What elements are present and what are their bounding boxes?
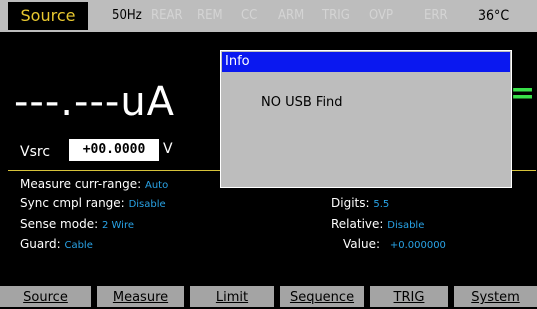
setting-label: Sense mode: <box>20 217 99 231</box>
setting-relative[interactable]: Relative: Disable <box>331 216 424 234</box>
setting-relative-value[interactable]: Value: +0.000000 <box>343 236 446 254</box>
setting-label: Relative: <box>331 217 384 231</box>
setting-label: Measure curr-range: <box>20 177 142 191</box>
setting-measure-range[interactable]: Measure curr-range: Auto <box>20 176 168 194</box>
setting-label: Sync cmpl range: <box>20 196 125 210</box>
setting-digits[interactable]: Digits: 5.5 <box>331 195 389 213</box>
setting-label: Digits: <box>331 196 370 210</box>
setting-value: +0.000000 <box>389 240 446 251</box>
mode-indicator: Source <box>8 2 88 30</box>
setting-sense-mode[interactable]: Sense mode: 2 Wire <box>20 216 134 234</box>
softkey-trig[interactable]: TRIG <box>370 286 448 307</box>
dialog-title: Info <box>222 52 510 72</box>
setting-value: Cable <box>64 240 93 251</box>
indicator-linefreq: 50Hz <box>112 8 142 23</box>
setting-guard[interactable]: Guard: Cable <box>20 236 93 254</box>
softkey-sequence[interactable]: Sequence <box>280 286 364 307</box>
setting-value: 2 Wire <box>101 220 134 231</box>
indicator-rear: REAR <box>151 8 183 23</box>
indicator-err: ERR <box>424 8 448 23</box>
softkey-measure[interactable]: Measure <box>97 286 184 307</box>
indicator-trig: TRIG <box>322 8 350 23</box>
softkey-limit[interactable]: Limit <box>190 286 274 307</box>
indicator-cc: CC <box>241 8 258 23</box>
temperature-readout: 36°C <box>478 8 510 24</box>
source-value-field[interactable]: +00.0000 <box>68 138 160 162</box>
source-unit: V <box>163 141 173 157</box>
setting-label: Value: <box>343 237 380 251</box>
indicator-rem: REM <box>197 8 223 23</box>
info-dialog[interactable]: Info NO USB Find <box>220 50 512 188</box>
softkey-source[interactable]: Source <box>0 286 91 307</box>
softkey-system[interactable]: System <box>454 286 537 307</box>
setting-value: Disable <box>387 220 425 231</box>
setting-value: 5.5 <box>373 199 390 210</box>
setting-sync-cmpl-range[interactable]: Sync cmpl range: Disable <box>20 195 166 213</box>
status-bar: Source 50Hz REAR REM CC ARM TRIG OVP ERR… <box>0 0 537 32</box>
indicator-ovp: OVP <box>369 8 394 23</box>
measurement-readout: ---.---uA <box>14 79 176 125</box>
setting-value: Disable <box>128 199 166 210</box>
setting-value: Auto <box>145 180 169 191</box>
setting-label: Guard: <box>20 237 61 251</box>
source-label: Vsrc <box>20 144 51 160</box>
dialog-message: NO USB Find <box>261 95 343 110</box>
indicator-arm: ARM <box>278 8 305 23</box>
